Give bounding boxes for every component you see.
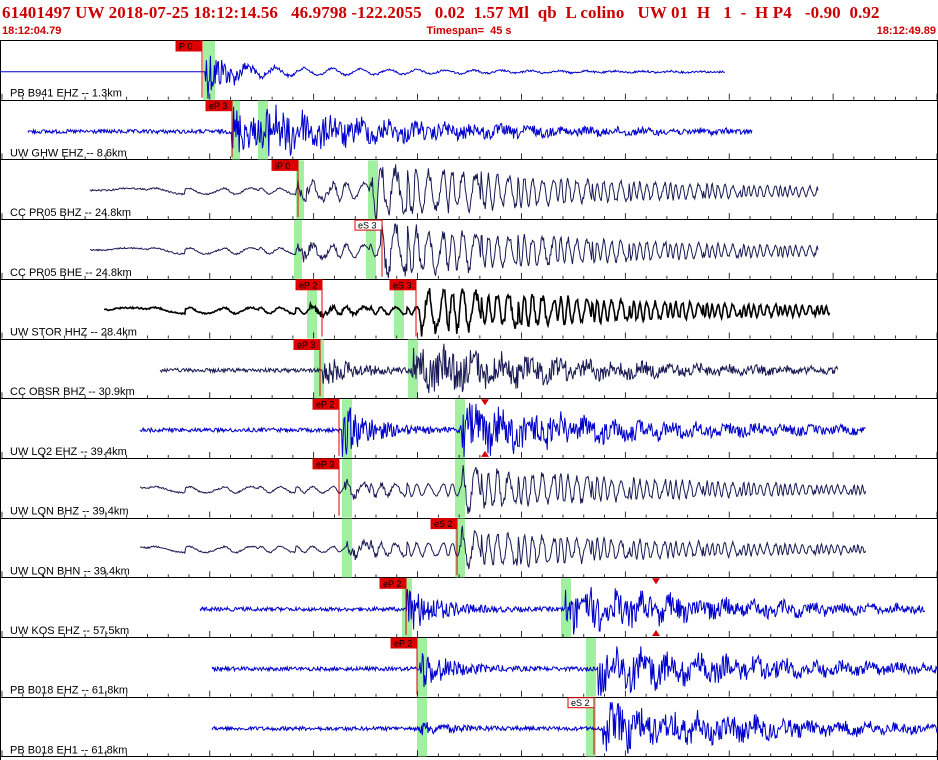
trace-panel[interactable]: eP 2 UW KOS EHZ -- 57.5km bbox=[1, 577, 938, 637]
trace-panel[interactable]: iP 0 CC PR05 BHZ -- 24.8km bbox=[1, 159, 938, 220]
pick-window bbox=[342, 518, 352, 578]
trace-panel[interactable]: eS 3 CC PR05 BHE -- 24.8km bbox=[1, 219, 938, 279]
pick-label: eP 3 bbox=[209, 101, 227, 111]
pick-window bbox=[258, 100, 268, 160]
trace-panel[interactable]: eS 2 PB B018 EH1 -- 61.8km bbox=[1, 697, 938, 757]
waveform-trace bbox=[27, 104, 753, 157]
waveform-trace bbox=[139, 403, 866, 457]
pick-label: eP 2 bbox=[394, 639, 412, 649]
station-label: PB B941 EHZ -- 1.3km bbox=[10, 88, 122, 100]
amplitude-marker-top bbox=[652, 578, 660, 585]
pick-window bbox=[203, 41, 215, 100]
amplitude-marker-bottom bbox=[652, 630, 660, 636]
pick-label: eP 2 bbox=[316, 400, 334, 410]
station-label: UW STOR HHZ -- 28.4km bbox=[10, 327, 137, 339]
waveform-trace bbox=[211, 701, 938, 754]
pick-label: eS 3 bbox=[393, 280, 412, 290]
station-label: UW KOS EHZ -- 57.5km bbox=[10, 625, 129, 637]
trace-panel[interactable]: eP 3 CC OBSR BHZ -- 30.9km bbox=[1, 339, 938, 399]
pick-label: eP 2 bbox=[383, 579, 401, 589]
station-label: UW GHW EHZ -- 8.6km bbox=[10, 147, 127, 159]
trace-panel[interactable]: eP 3 UW LQN BHZ -- 39.4km bbox=[1, 458, 938, 518]
seismogram-plot[interactable]: P 0 PB B941 EHZ -- 1.3km eP 3 UW GHW EHZ --… bbox=[0, 0, 938, 760]
station-label: CC OBSR BHZ -- 30.9km bbox=[10, 386, 135, 398]
waveform-trace bbox=[104, 288, 831, 337]
station-label: CC PR05 BHE -- 24.8km bbox=[10, 267, 132, 279]
pick-label: iP 0 bbox=[275, 161, 290, 171]
trace-panel[interactable]: P 0 PB B941 EHZ -- 1.3km bbox=[0, 40, 938, 100]
pick-label: eS 3 bbox=[358, 221, 377, 231]
station-label: CC PR05 BHZ -- 24.8km bbox=[10, 207, 131, 219]
waveform-trace bbox=[159, 343, 839, 394]
pick-label: eS 2 bbox=[571, 698, 590, 708]
pick-label: eS 2 bbox=[434, 519, 453, 529]
station-label: UW LQN BHN -- 39.4km bbox=[10, 565, 130, 577]
waveform-trace bbox=[140, 525, 867, 570]
waveform-trace bbox=[139, 465, 867, 514]
trace-panel[interactable]: eP 2 UW LQ2 EHZ -- 39.4km bbox=[1, 398, 938, 458]
trace-panel[interactable]: eP 3 UW GHW EHZ -- 8.6km bbox=[1, 100, 938, 160]
pick-label: P 0 bbox=[179, 42, 192, 52]
pick-label: eP 3 bbox=[297, 340, 315, 350]
station-label: UW LQ2 EHZ -- 39.4km bbox=[10, 446, 127, 458]
pick-label: eP 2 bbox=[299, 280, 317, 290]
station-label: PB B018 EH1 -- 61.8km bbox=[10, 744, 127, 756]
waveform-trace bbox=[90, 223, 819, 278]
waveform-trace bbox=[211, 646, 938, 696]
station-label: UW LQN BHZ -- 39.4km bbox=[10, 506, 129, 518]
trace-panel[interactable]: eS 2 UW LQN BHN -- 39.4km bbox=[1, 518, 938, 578]
trace-panel[interactable]: eP 2 PB B018 EHZ -- 61.8km bbox=[1, 637, 938, 697]
trace-panel[interactable]: eP 2 eS 3 UW STOR HHZ -- 28.4km bbox=[1, 279, 938, 339]
pick-label: eP 3 bbox=[316, 459, 334, 469]
station-label: PB B018 EHZ -- 61.8km bbox=[10, 685, 128, 697]
waveform-trace bbox=[89, 164, 819, 219]
amplitude-marker-top bbox=[481, 399, 489, 406]
